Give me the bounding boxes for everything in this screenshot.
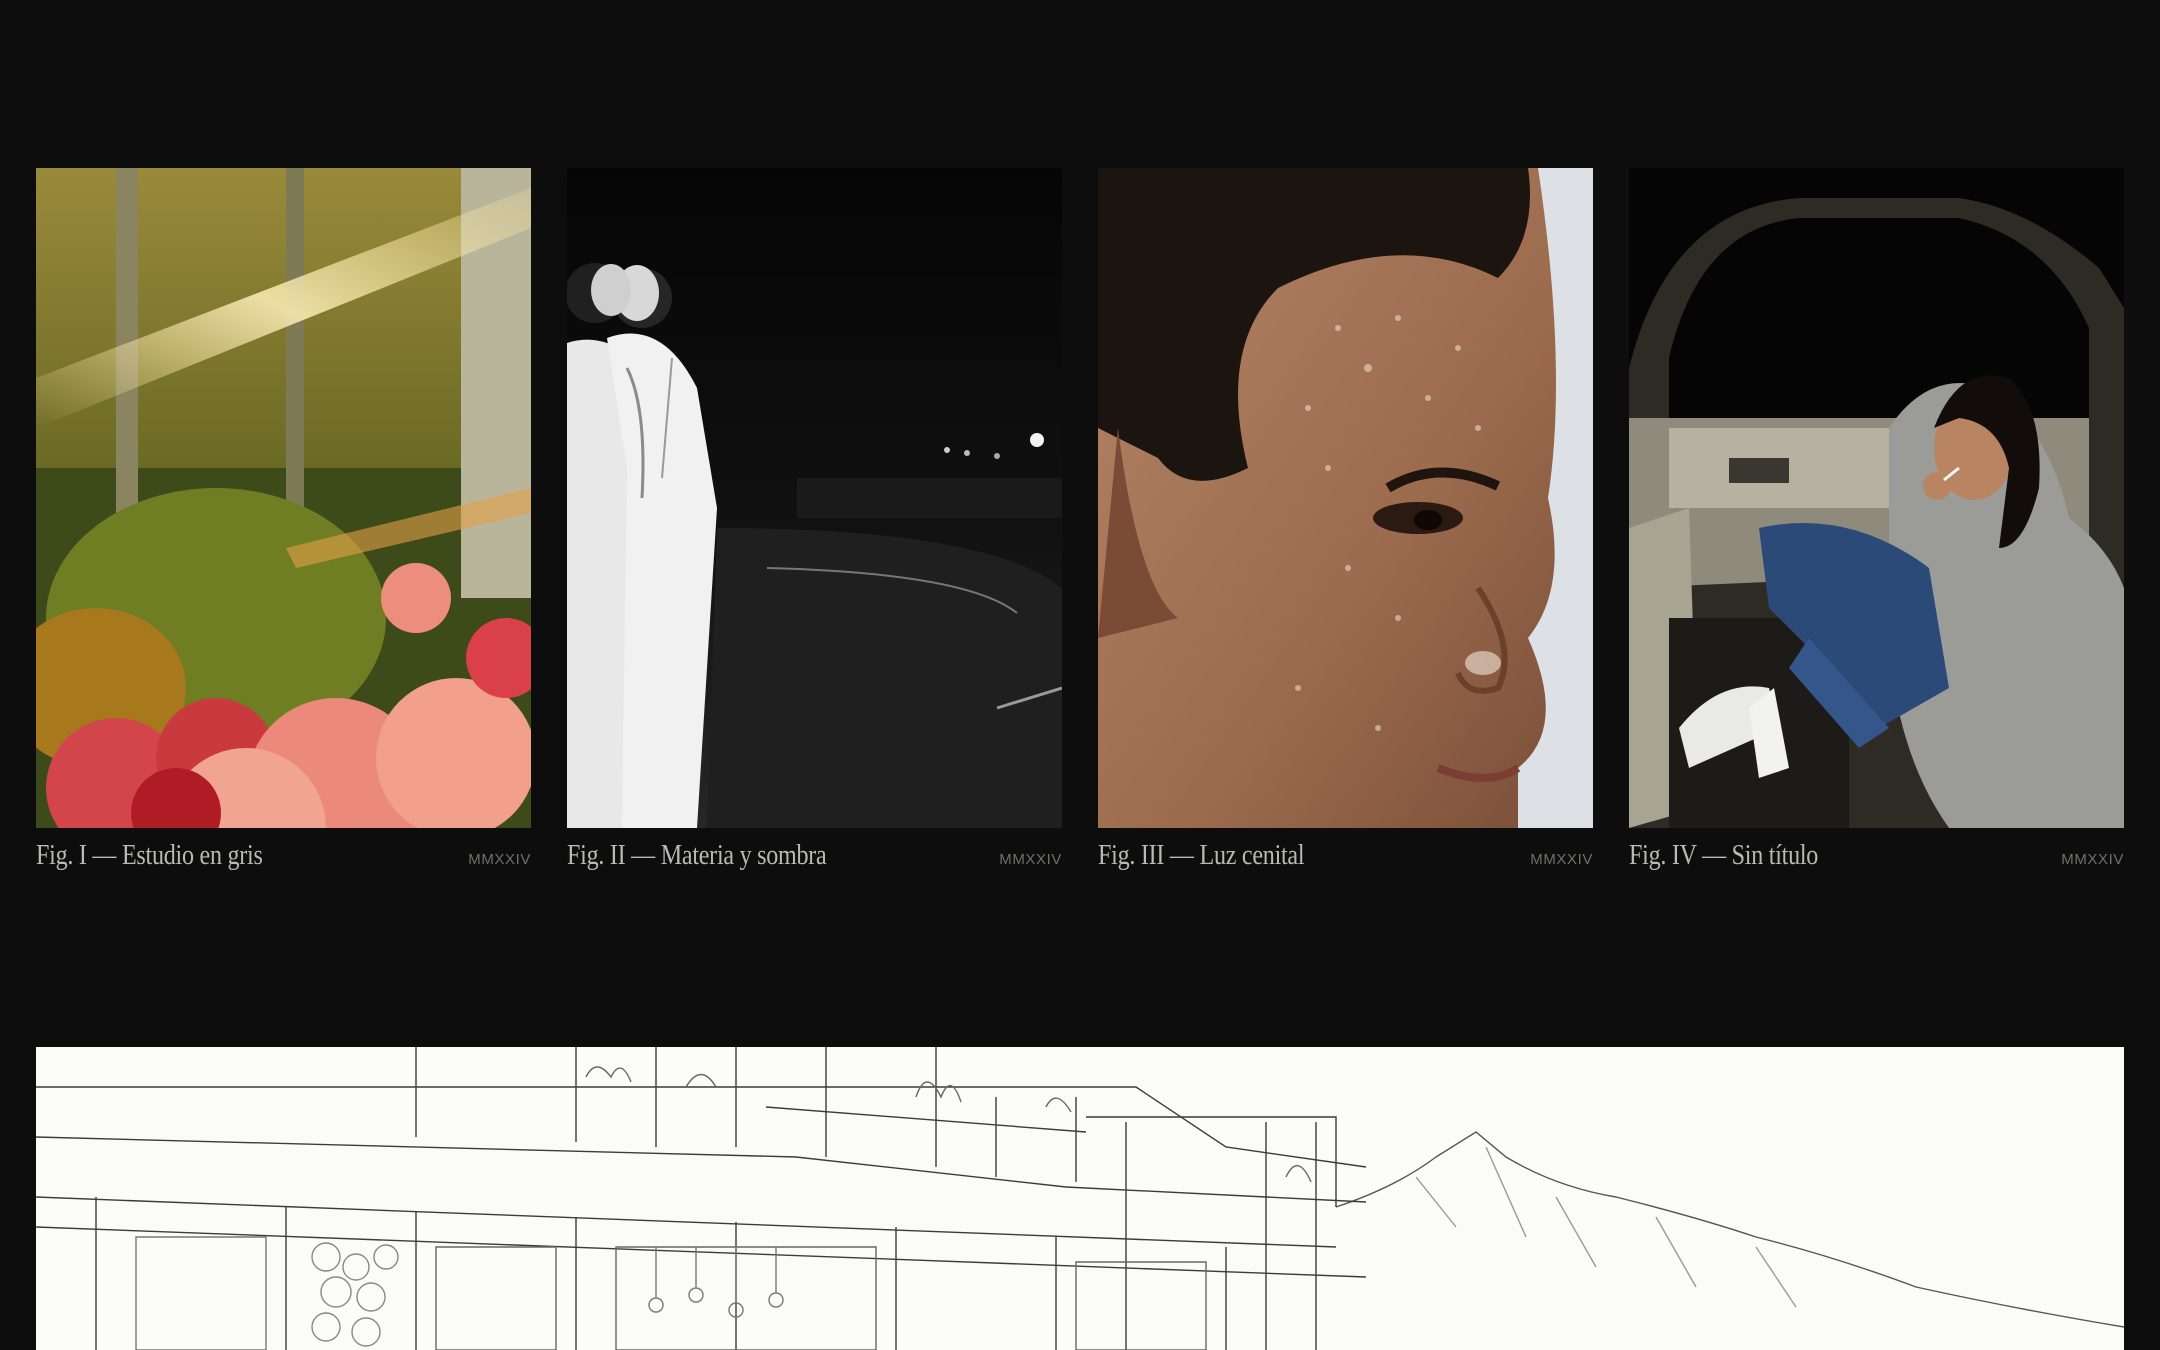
figure-year: MMXXIV	[468, 851, 531, 868]
figure-year: MMXXIV	[999, 851, 1062, 868]
figure-image-garden[interactable]	[36, 168, 531, 828]
figure-caption: Fig. II — Materia y sombra MMXXIV	[567, 840, 1062, 880]
gallery-figure-4: Fig. IV — Sin título MMXXIV	[1629, 168, 2124, 880]
gallery-figure-1: Fig. I — Estudio en gris MMXXIV	[36, 168, 531, 880]
figure-year: MMXXIV	[1530, 851, 1593, 868]
figure-title: Fig. I — Estudio en gris	[36, 840, 263, 871]
figure-year: MMXXIV	[2061, 851, 2124, 868]
figure-image-portrait[interactable]	[1098, 168, 1593, 828]
gallery-figure-3: Fig. III — Luz cenital MMXXIV	[1098, 168, 1593, 880]
figure-caption: Fig. III — Luz cenital MMXXIV	[1098, 840, 1593, 880]
figure-caption: Fig. I — Estudio en gris MMXXIV	[36, 840, 531, 880]
figure-title: Fig. IV — Sin título	[1629, 840, 1819, 871]
figure-image-car[interactable]	[1629, 168, 2124, 828]
figure-image-couple[interactable]	[567, 168, 1062, 828]
figure-title: Fig. II — Materia y sombra	[567, 840, 827, 871]
gallery-figure-2: Fig. II — Materia y sombra MMXXIV	[567, 168, 1062, 880]
figure-caption: Fig. IV — Sin título MMXXIV	[1629, 840, 2124, 880]
feature-image-architecture-sketch[interactable]	[36, 1047, 2124, 1350]
figure-title: Fig. III — Luz cenital	[1098, 840, 1305, 871]
gallery-grid: Fig. I — Estudio en gris MMXXIV Fig. II …	[36, 168, 2124, 880]
